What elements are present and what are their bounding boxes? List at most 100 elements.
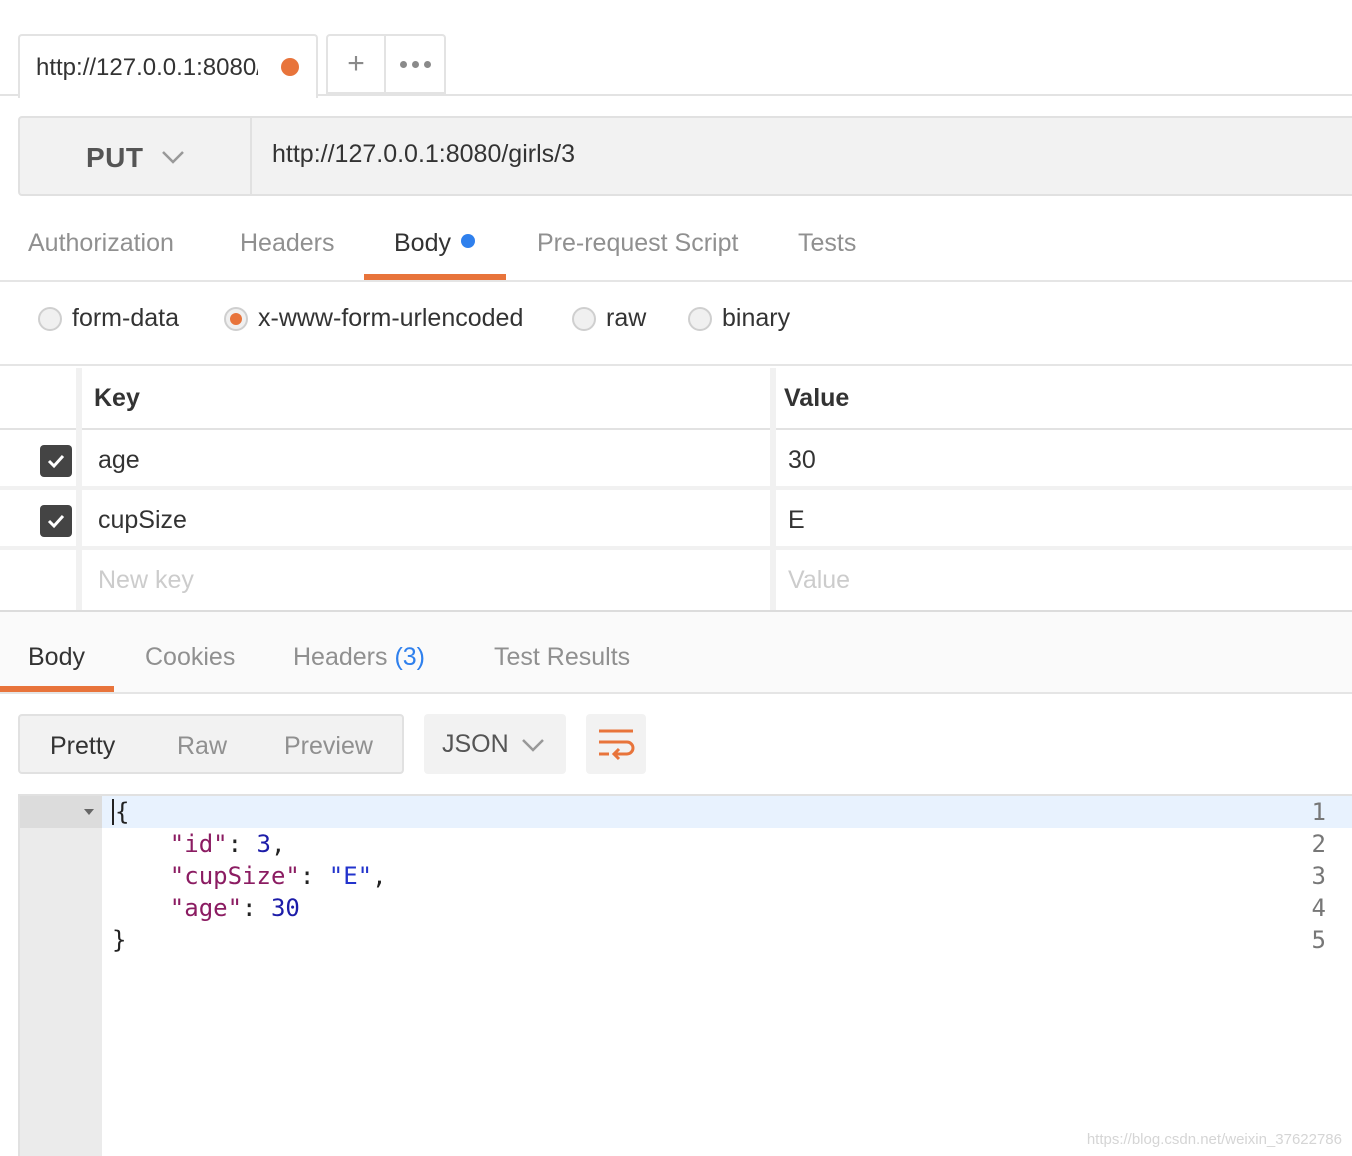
wrap-lines-button[interactable] xyxy=(586,714,646,774)
headers-count-badge: (3) xyxy=(394,643,426,671)
new-row: New key Value xyxy=(0,550,1352,610)
response-tab-body[interactable]: Body xyxy=(28,643,85,672)
column-header-key: Key xyxy=(94,384,140,412)
json-brace: } xyxy=(112,926,127,954)
request-tabs: Authorization Headers Body Pre-request S… xyxy=(0,200,1352,282)
table-header: Key Value xyxy=(0,368,1352,430)
tab-pre-request-script[interactable]: Pre-request Script xyxy=(537,229,738,258)
chevron-down-icon xyxy=(162,151,184,164)
code-line: { xyxy=(112,798,129,826)
column-header-value: Value xyxy=(784,384,850,412)
column-divider xyxy=(76,368,82,610)
radio-raw[interactable]: raw xyxy=(572,304,646,333)
radio-circle-checked[interactable] xyxy=(224,306,248,331)
new-tab-button[interactable]: + xyxy=(326,34,386,94)
plus-icon: + xyxy=(347,47,365,80)
line-number: 4 xyxy=(1311,894,1326,922)
tab-body[interactable]: Body xyxy=(394,229,475,258)
response-body-editor[interactable]: 1 2 3 4 5 { "id": 3, "cupSize": "E", "ag… xyxy=(18,794,1352,1156)
body-modified-dot xyxy=(460,234,475,248)
key-cell[interactable]: age xyxy=(98,446,140,475)
response-tab-headers[interactable]: Headers (3) xyxy=(293,643,425,672)
url-input[interactable]: http://127.0.0.1:8080/girls/3 xyxy=(272,140,575,169)
watermark: https://blog.csdn.net/weixin_37622786 xyxy=(1086,1131,1342,1148)
line-number: 3 xyxy=(1311,862,1326,890)
chevron-down-icon xyxy=(522,739,544,752)
response-tab-headers-label: Headers xyxy=(293,643,388,671)
view-pretty-button[interactable]: Pretty xyxy=(50,732,115,761)
view-preview-button[interactable]: Preview xyxy=(284,732,373,761)
tab-authorization[interactable]: Authorization xyxy=(28,229,174,258)
wrap-lines-icon xyxy=(599,729,635,761)
new-value-input[interactable]: Value xyxy=(788,566,850,595)
line-number: 5 xyxy=(1311,926,1326,954)
response-tabs: Body Cookies Headers (3) Test Results xyxy=(0,612,1352,694)
radio-label: form-data xyxy=(72,304,179,332)
json-number: 3 xyxy=(256,830,271,858)
line-number: 2 xyxy=(1311,830,1326,858)
table-row: age 30 xyxy=(0,430,1352,490)
code-line: "id": 3, xyxy=(112,830,286,858)
code-line: "cupSize": "E", xyxy=(112,862,387,890)
json-separator: : xyxy=(299,862,329,890)
new-key-input[interactable]: New key xyxy=(98,566,194,595)
more-tabs-button[interactable] xyxy=(386,34,446,94)
radio-binary[interactable]: binary xyxy=(688,304,790,333)
response-tab-cookies[interactable]: Cookies xyxy=(145,643,235,672)
table-row: cupSize E xyxy=(0,490,1352,550)
json-number: 30 xyxy=(270,894,300,922)
method-label: PUT xyxy=(86,142,144,173)
format-select[interactable]: JSON xyxy=(424,714,566,774)
radio-circle[interactable] xyxy=(688,306,712,331)
radio-circle[interactable] xyxy=(572,306,596,331)
radio-label: x-www-form-urlencoded xyxy=(258,304,524,332)
row-enabled-checkbox[interactable] xyxy=(40,505,72,537)
line-number: 1 xyxy=(1311,798,1326,826)
value-cell[interactable]: E xyxy=(788,506,805,535)
json-separator: : xyxy=(242,894,271,922)
method-select[interactable]: PUT xyxy=(20,118,252,194)
json-key: "age" xyxy=(169,894,243,922)
url-bar: PUT http://127.0.0.1:8080/girls/3 xyxy=(18,116,1352,196)
active-response-tab-underline xyxy=(0,686,114,692)
check-icon xyxy=(47,514,65,529)
active-tab-underline xyxy=(364,274,506,280)
json-comma: , xyxy=(270,830,286,858)
request-tab[interactable]: http://127.0.0.1:8080/girls/3 xyxy=(18,34,318,98)
more-icon xyxy=(399,60,431,68)
unsaved-indicator-dot xyxy=(281,58,299,76)
code-line: } xyxy=(112,926,126,954)
radio-form-data[interactable]: form-data xyxy=(38,304,179,333)
json-key: "id" xyxy=(169,830,228,858)
view-raw-button[interactable]: Raw xyxy=(177,732,227,761)
format-label: JSON xyxy=(442,730,509,758)
check-icon xyxy=(47,454,65,469)
radio-label: raw xyxy=(606,304,647,332)
code-line: "age": 30 xyxy=(112,894,300,922)
value-cell[interactable]: 30 xyxy=(788,446,816,475)
tab-tests[interactable]: Tests xyxy=(798,229,856,258)
json-separator: : xyxy=(227,830,257,858)
radio-label: binary xyxy=(722,304,791,332)
tab-strip: http://127.0.0.1:8080/girls/3 + xyxy=(0,0,1352,98)
params-table: Key Value age 30 cupSize E New key Value xyxy=(0,368,1352,612)
line-number-gutter xyxy=(20,796,102,1156)
json-brace: { xyxy=(115,798,130,826)
json-comma: , xyxy=(372,862,387,890)
column-divider xyxy=(770,368,776,610)
row-enabled-checkbox[interactable] xyxy=(40,445,72,477)
radio-circle[interactable] xyxy=(38,306,62,331)
view-mode-segmented: Pretty Raw Preview xyxy=(18,714,404,774)
body-type-options: form-data x-www-form-urlencoded raw bina… xyxy=(0,284,1352,366)
response-tab-test-results[interactable]: Test Results xyxy=(494,643,630,672)
tab-body-label: Body xyxy=(394,229,451,257)
fold-toggle-icon[interactable] xyxy=(84,809,94,815)
tab-headers[interactable]: Headers xyxy=(240,229,335,258)
radio-x-www-form-urlencoded[interactable]: x-www-form-urlencoded xyxy=(224,304,523,333)
json-key: "cupSize" xyxy=(169,862,300,890)
json-string: "E" xyxy=(328,862,373,890)
active-line-highlight xyxy=(102,796,1352,828)
request-tab-label: http://127.0.0.1:8080/girls/3 xyxy=(36,54,258,81)
text-cursor xyxy=(112,799,114,825)
key-cell[interactable]: cupSize xyxy=(98,506,187,535)
